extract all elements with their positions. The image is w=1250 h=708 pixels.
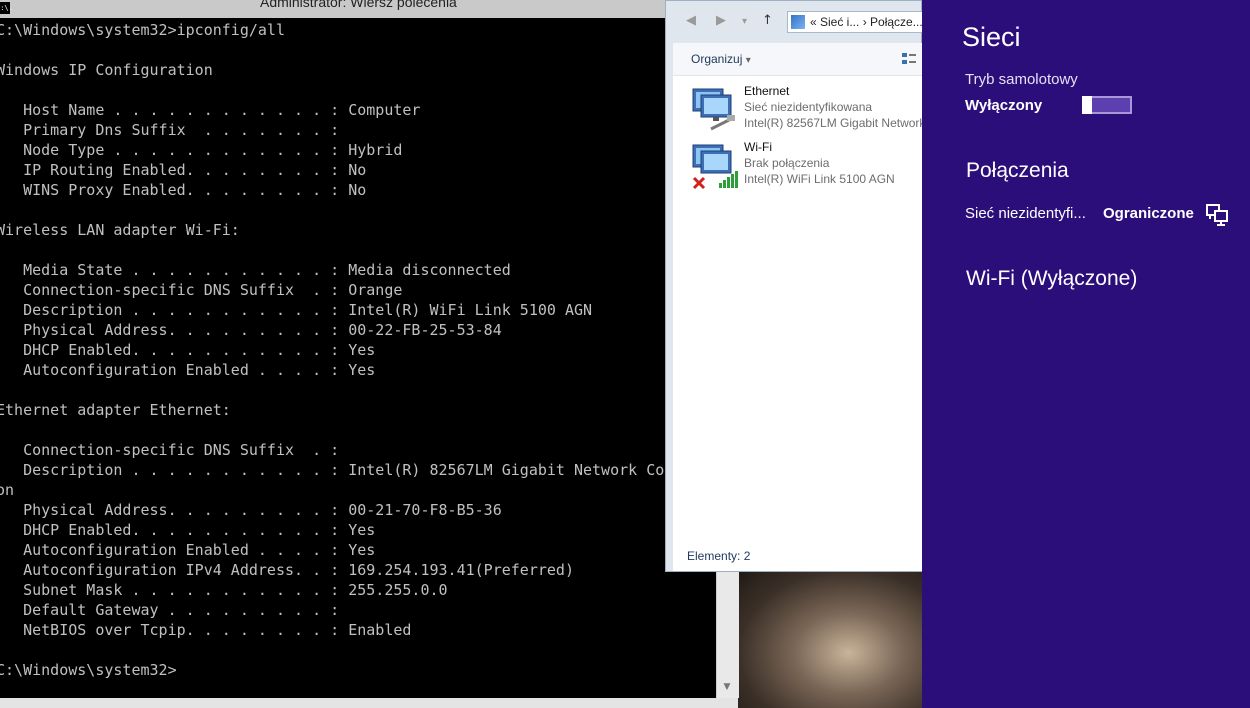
connection-item-ethernet[interactable]: Ethernet Sieć niezidentyfikowana Intel(R…: [689, 83, 929, 133]
network-adapter-icon: [692, 144, 738, 190]
network-adapter-icon: [692, 88, 735, 131]
connection-status: Sieć niezidentyfikowana: [744, 100, 873, 114]
cmd-console[interactable]: C:\Windows\system32>ipconfig/all Windows…: [0, 18, 716, 698]
organize-dropdown-icon: ▾: [745, 55, 751, 66]
wifi-signal-icon: [719, 171, 738, 188]
red-x-icon: [692, 176, 706, 190]
networks-charm-panel: Sieci Tryb samolotowy Wyłączony Połączen…: [922, 0, 1250, 708]
wifi-section-header[interactable]: Wi-Fi (Wyłączone): [966, 267, 1137, 291]
address-bar[interactable]: « Sieć i... › Połącze...: [787, 11, 927, 33]
connection-item-wifi[interactable]: Wi-Fi Brak połączenia Intel(R) WiFi Link…: [689, 139, 929, 190]
network-name: Sieć niezidentyfi...: [965, 205, 1086, 222]
airplane-mode-label: Tryb samolotowy: [965, 71, 1078, 88]
network-status: Ograniczone: [1103, 205, 1194, 222]
view-options-icon[interactable]: [901, 51, 917, 67]
connection-device: Intel(R) 82567LM Gigabit Network: [744, 116, 926, 130]
back-arrow-icon[interactable]: ◀: [686, 13, 696, 28]
panel-title: Sieci: [962, 22, 1021, 52]
cmd-title-bar[interactable]: C:\. Administrator: Wiersz polecenia: [0, 0, 738, 19]
network-connection-item[interactable]: Sieć niezidentyfi... Ograniczone: [965, 204, 1235, 226]
forward-arrow-icon[interactable]: ▶: [716, 13, 726, 28]
control-panel-icon: [791, 15, 805, 29]
explorer-content: Organizuj ▾ Ethernet Sieć niezidentyfiko…: [673, 43, 925, 571]
items-count: Elementy: 2: [687, 549, 751, 563]
recent-dropdown-icon[interactable]: ▾: [742, 16, 747, 27]
organize-label: Organizuj: [691, 52, 743, 66]
explorer-toolbar: Organizuj ▾: [673, 43, 923, 76]
wired-network-icon: [1206, 204, 1228, 226]
organize-menu[interactable]: Organizuj ▾: [691, 52, 751, 66]
explorer-nav-bar: ◀ ▶ ▾ ↑ « Sieć i... › Połącze...: [672, 7, 927, 39]
connection-name: Ethernet: [744, 84, 790, 98]
cmd-window-title: Administrator: Wiersz polecenia: [260, 0, 457, 10]
network-connections-window[interactable]: ◀ ▶ ▾ ↑ « Sieć i... › Połącze... Organiz…: [665, 0, 927, 572]
connection-name: Wi-Fi: [744, 140, 772, 154]
airplane-mode-toggle[interactable]: [1082, 96, 1132, 114]
command-prompt-window[interactable]: C:\. Administrator: Wiersz polecenia C:\…: [0, 0, 739, 708]
connections-header: Połączenia: [966, 159, 1069, 182]
up-arrow-icon[interactable]: ↑: [762, 13, 773, 28]
cmd-output: C:\Windows\system32>ipconfig/all Windows…: [0, 21, 716, 679]
scroll-down-icon[interactable]: ▼: [720, 680, 734, 694]
connection-status: Brak połączenia: [744, 156, 830, 170]
cmd-app-icon: C:\.: [0, 2, 13, 14]
desktop-wallpaper: [738, 570, 922, 708]
address-breadcrumb[interactable]: « Sieć i... › Połącze...: [810, 12, 923, 32]
connection-device: Intel(R) WiFi Link 5100 AGN: [744, 172, 895, 186]
toggle-thumb[interactable]: [1082, 96, 1092, 114]
airplane-mode-state: Wyłączony: [965, 97, 1043, 114]
cmd-bottom-edge: [0, 698, 738, 708]
ethernet-cable-icon: [727, 115, 735, 121]
